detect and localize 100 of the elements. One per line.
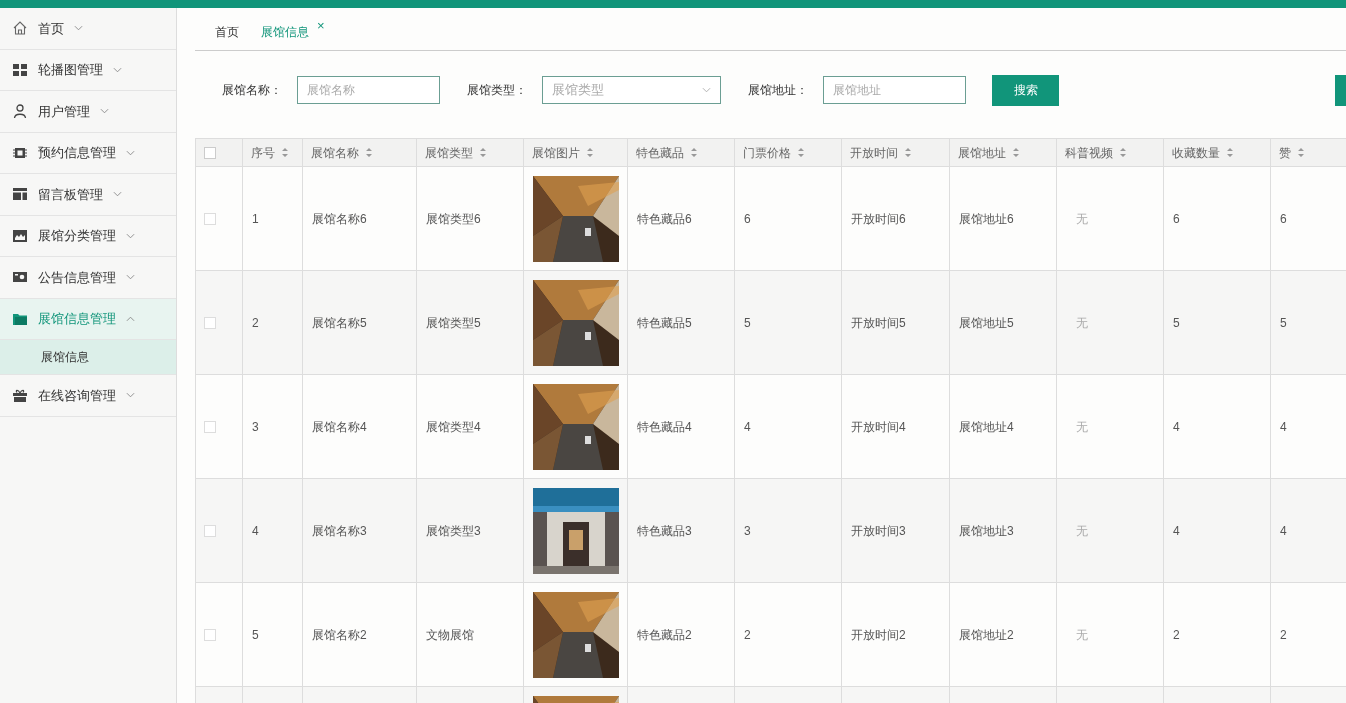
checkbox[interactable] xyxy=(204,316,216,329)
table-cell: 开放时间3 xyxy=(851,523,906,538)
table-cell: 展馆地址3 xyxy=(959,523,1014,538)
sidebar-item[interactable]: 留言板管理 xyxy=(0,174,176,216)
table-cell: 2 xyxy=(252,315,259,330)
table-cell: 特色藏品4 xyxy=(637,419,692,434)
chevron-down-icon xyxy=(126,391,135,400)
chevron-down-icon xyxy=(126,231,135,240)
sort-icon xyxy=(586,147,594,158)
search-button[interactable]: 搜索 xyxy=(992,74,1059,106)
sidebar-item[interactable]: 首页 xyxy=(0,8,176,50)
sort-icon xyxy=(904,147,912,158)
table-cell: 展馆类型6 xyxy=(426,211,481,226)
table-cell: 展馆地址6 xyxy=(959,211,1014,226)
table-cell: 5 xyxy=(1280,315,1287,330)
sidebar-label: 公告信息管理 xyxy=(38,268,116,287)
table-cell: 展馆名称4 xyxy=(312,419,367,434)
checkbox[interactable] xyxy=(204,420,216,433)
chevron-down-icon xyxy=(113,65,122,74)
close-tab-button[interactable]: × xyxy=(317,19,325,32)
table-cell: 2 xyxy=(744,627,751,642)
table-cell: 2 xyxy=(1280,627,1287,642)
table-cell: 开放时间2 xyxy=(851,627,906,642)
table-cell: 展馆地址4 xyxy=(959,419,1014,434)
table-cell: 6 xyxy=(1280,211,1287,226)
chevron-down-icon xyxy=(126,148,135,157)
input-field[interactable]: 展馆名称 xyxy=(297,76,440,104)
table-cell: 文物展馆 xyxy=(426,627,474,642)
sort-icon xyxy=(1119,147,1127,158)
sidebar-item[interactable]: 公告信息管理 xyxy=(0,257,176,299)
tab[interactable]: 首页 xyxy=(213,23,241,41)
sort-icon xyxy=(1297,147,1305,158)
sidebar-label: 首页 xyxy=(38,19,64,38)
table-cell: 展馆名称3 xyxy=(312,523,367,538)
table-cell: 特色藏品2 xyxy=(637,627,692,642)
table-cell: 开放时间5 xyxy=(851,315,906,330)
sidebar-label: 用户管理 xyxy=(38,102,90,121)
user-icon xyxy=(12,103,28,120)
table-cell: 3 xyxy=(252,419,259,434)
chevron-down-icon xyxy=(100,107,109,116)
sidebar-item[interactable]: 预约信息管理 xyxy=(0,132,176,174)
table-cell: 4 xyxy=(1173,523,1180,538)
table-cell-text: 无 xyxy=(1075,419,1088,434)
gift-icon xyxy=(12,387,28,404)
table-cell: 展馆名称5 xyxy=(312,315,367,330)
button[interactable] xyxy=(1335,74,1346,106)
sort-icon xyxy=(690,147,698,158)
filter-label: 展馆名称： xyxy=(222,82,282,99)
sidebar-subitem[interactable]: 展馆信息 xyxy=(0,340,176,375)
table-cell-text: 无 xyxy=(1075,523,1088,538)
sort-icon xyxy=(797,147,805,158)
sidebar-label: 展馆分类管理 xyxy=(38,227,116,245)
table-cell: 展馆名称6 xyxy=(312,211,367,226)
sidebar-label: 展馆信息管理 xyxy=(38,310,116,328)
layout-icon xyxy=(12,186,28,203)
table-cell: 特色藏品6 xyxy=(637,211,692,226)
sidebar-item[interactable]: 展馆分类管理 xyxy=(0,215,176,257)
table-cell: 5 xyxy=(252,627,259,642)
checkbox[interactable] xyxy=(204,212,216,225)
sidebar-item[interactable]: 在线咨询管理 xyxy=(0,375,176,417)
checkbox[interactable] xyxy=(204,628,216,641)
sidebar-label: 轮播图管理 xyxy=(38,61,103,79)
grid-icon xyxy=(12,61,28,78)
sidebar-label: 在线咨询管理 xyxy=(38,386,116,405)
table-cell: 展馆地址5 xyxy=(959,315,1014,330)
table-cell-text: 无 xyxy=(1075,211,1088,226)
table-cell-text: 无 xyxy=(1075,627,1088,642)
filter-label: 展馆地址： xyxy=(748,82,808,99)
sort-icon xyxy=(479,147,487,158)
chevron-down-icon xyxy=(702,86,711,94)
sidebar-item[interactable]: 展馆信息管理 xyxy=(0,298,176,340)
chevron-up-icon xyxy=(126,314,135,323)
sort-icon xyxy=(1226,147,1234,158)
table-cell: 5 xyxy=(1173,315,1180,330)
sort-icon xyxy=(1012,147,1020,158)
table-cell: 2 xyxy=(1173,627,1180,642)
table-cell: 4 xyxy=(252,523,259,538)
image-icon xyxy=(12,227,28,244)
table-cell: 6 xyxy=(1173,211,1180,226)
filter-label: 展馆类型： xyxy=(467,82,527,99)
checkbox[interactable] xyxy=(204,524,216,537)
table-cell: 开放时间4 xyxy=(851,419,906,434)
table-cell: 1 xyxy=(252,211,259,226)
table-cell: 4 xyxy=(1280,523,1287,538)
table-cell: 展馆类型4 xyxy=(426,419,481,434)
table-cell: 特色藏品3 xyxy=(637,523,692,538)
table-cell: 4 xyxy=(1173,419,1180,434)
checkbox[interactable] xyxy=(204,146,216,159)
table-cell: 展馆类型5 xyxy=(426,315,481,330)
column-header[interactable]: 赞 xyxy=(1279,143,1291,162)
sort-icon xyxy=(365,147,373,158)
input-field[interactable]: 展馆地址 xyxy=(823,76,966,104)
sidebar-item[interactable]: 用户管理 xyxy=(0,91,176,133)
sidebar-label: 留言板管理 xyxy=(38,185,103,204)
table-cell: 6 xyxy=(744,211,751,226)
tab[interactable]: 展馆信息 xyxy=(259,23,311,41)
chevron-down-icon xyxy=(74,24,83,33)
sidebar-label: 预约信息管理 xyxy=(38,144,116,162)
table-cell: 4 xyxy=(744,419,751,434)
sidebar-item[interactable]: 轮播图管理 xyxy=(0,49,176,91)
